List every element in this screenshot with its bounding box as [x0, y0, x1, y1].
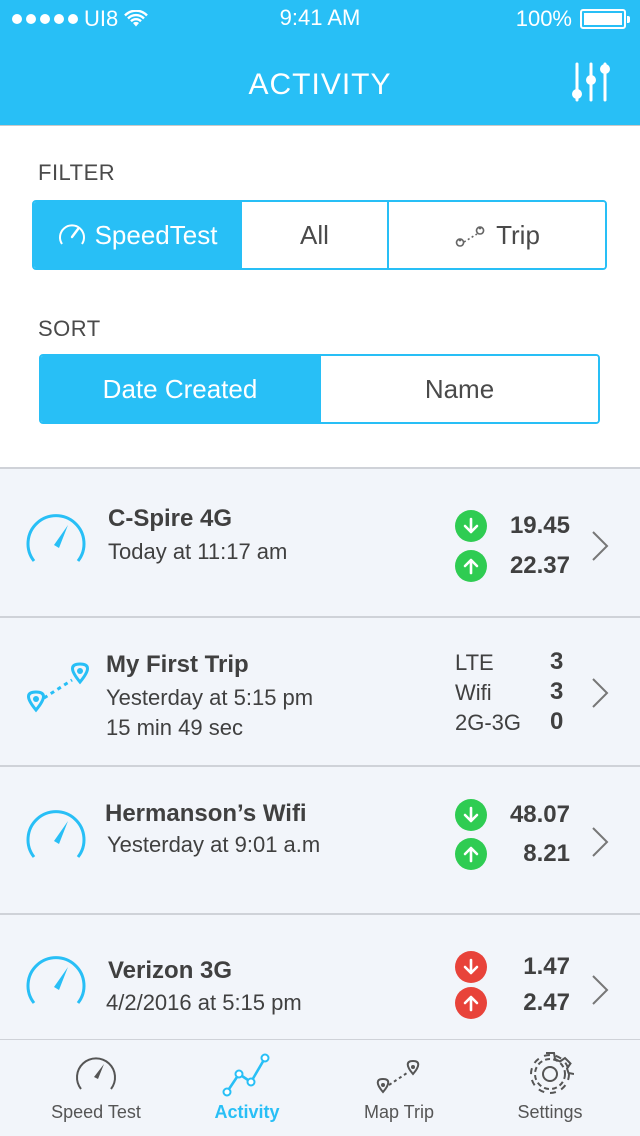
tab-bar: Speed Test Activity Map Trip Settings: [0, 1039, 640, 1136]
speedometer-icon: [58, 224, 85, 245]
download-value: 1.47: [523, 953, 570, 980]
download-arrow-icon: [455, 510, 487, 542]
item-date: Yesterday at 5:15 pm: [106, 685, 314, 710]
filter-option-all[interactable]: All: [242, 202, 389, 268]
filter-label: FILTER: [38, 160, 116, 185]
upload-metric: 22.37: [455, 549, 570, 583]
item-date: Yesterday at 9:01 a.m: [107, 832, 321, 857]
tab-settings[interactable]: Settings: [490, 1040, 610, 1136]
download-value: 19.45: [509, 512, 570, 539]
sort-label: SORT: [38, 316, 101, 341]
tab-label: Activity: [214, 1102, 280, 1122]
tab-activity[interactable]: Activity: [188, 1040, 306, 1136]
navigation-bar: ACTIVITY: [0, 38, 640, 126]
filter-option-speedtest[interactable]: SpeedTest: [34, 202, 242, 268]
filter-option-trip[interactable]: Trip: [389, 202, 605, 268]
map-trip-icon: [376, 1059, 420, 1094]
item-date: Today at 11:17 am: [108, 539, 288, 564]
tab-speed-test[interactable]: Speed Test: [36, 1040, 156, 1136]
stat-value-wifi: 3: [550, 678, 564, 705]
chevron-right-icon: [592, 827, 609, 857]
item-title: My First Trip: [106, 651, 249, 678]
tab-map-trip[interactable]: Map Trip: [340, 1040, 458, 1136]
gear-icon: [530, 1052, 574, 1094]
stat-label-lte: LTE: [455, 650, 494, 675]
sort-option-date-created[interactable]: Date Created: [41, 356, 321, 422]
battery-icon: [580, 9, 630, 29]
upload-arrow-icon: [455, 550, 487, 582]
filter-option-label: SpeedTest: [94, 219, 218, 250]
stat-label-wifi: Wifi: [455, 680, 492, 705]
filter-segmented-control: SpeedTest All Trip: [32, 200, 607, 270]
upload-value: 2.47: [523, 989, 570, 1016]
trip-icon: [27, 662, 89, 713]
tab-label: Speed Test: [51, 1102, 141, 1122]
sort-option-label: Date Created: [102, 373, 258, 404]
upload-arrow-icon: [455, 838, 487, 870]
page-title: ACTIVITY: [248, 68, 392, 101]
tab-label: Map Trip: [363, 1102, 435, 1122]
filter-settings-icon[interactable]: [570, 60, 614, 104]
tab-label: Settings: [517, 1102, 583, 1122]
sort-option-label: Name: [424, 373, 495, 404]
item-title: C-Spire 4G: [108, 505, 233, 532]
stat-value-2g3g: 0: [550, 708, 564, 735]
list-item[interactable]: Verizon 3G 4/2/2016 at 5:15 pm 1.47 2.47: [0, 913, 640, 1039]
upload-value: 8.21: [523, 840, 570, 867]
filter-option-label: Trip: [496, 219, 540, 250]
upload-arrow-icon: [455, 987, 487, 1019]
chevron-right-icon: [592, 531, 609, 561]
download-metric: 1.47: [455, 950, 570, 984]
list-item[interactable]: C-Spire 4G Today at 11:17 am 19.45 22.37: [0, 467, 640, 618]
item-title: Hermanson’s Wifi: [105, 800, 307, 827]
list-item[interactable]: My First Trip Yesterday at 5:15 pm 15 mi…: [0, 616, 640, 767]
upload-value: 22.37: [509, 552, 570, 579]
speedometer-icon: [76, 1057, 116, 1090]
item-title: Verizon 3G: [108, 957, 233, 984]
download-metric: 19.45: [455, 509, 570, 543]
download-metric: 48.07: [455, 798, 570, 832]
upload-metric: 2.47: [455, 986, 570, 1020]
speedometer-icon: [26, 810, 86, 858]
item-duration: 15 min 49 sec: [106, 715, 243, 740]
download-value: 48.07: [509, 801, 570, 828]
upload-metric: 8.21: [455, 837, 570, 871]
speedometer-icon: [26, 956, 86, 1004]
battery-percent: 100%: [515, 6, 572, 31]
status-bar: UI8 9:41 AM 100%: [0, 0, 640, 38]
chevron-right-icon: [592, 678, 609, 708]
chevron-right-icon: [592, 975, 609, 1005]
stat-label-2g3g: 2G-3G: [455, 710, 522, 735]
list-item[interactable]: Hermanson’s Wifi Yesterday at 9:01 a.m 4…: [0, 765, 640, 915]
download-arrow-icon: [455, 951, 487, 983]
trip-icon: [455, 226, 485, 247]
speedometer-icon: [26, 514, 86, 562]
download-arrow-icon: [455, 799, 487, 831]
stat-value-lte: 3: [550, 648, 564, 675]
sort-option-name[interactable]: Name: [321, 356, 598, 422]
sort-segmented-control: Date Created Name: [39, 354, 600, 424]
activity-graph-icon: [222, 1053, 270, 1097]
filter-option-label: All: [300, 219, 329, 250]
item-date: 4/2/2016 at 5:15 pm: [106, 990, 302, 1015]
